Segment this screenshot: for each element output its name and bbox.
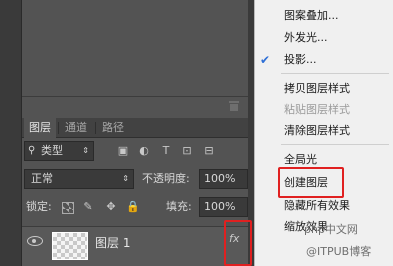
opacity-field[interactable]: 100% [199, 169, 248, 189]
opacity-value: 100% [204, 172, 236, 185]
menu-item-drop-shadow[interactable]: ✔ 投影... [255, 51, 393, 69]
highlight-box-fx [224, 220, 252, 266]
adjustment-filter-icon[interactable]: ◐ [138, 145, 150, 157]
upper-panel-area [22, 0, 248, 100]
fill-label: 填充: [166, 200, 192, 213]
lock-label: 锁定: [26, 200, 52, 213]
watermark: php中文网 @ITPUB博客 [302, 213, 393, 266]
menu-item-outer-glow[interactable]: 外发光... [255, 29, 393, 47]
search-icon: ⚲ [28, 145, 36, 156]
menu-item-copy-layer-style[interactable]: 拷贝图层样式 [255, 80, 393, 98]
smart-object-filter-icon[interactable]: ⊟ [203, 145, 215, 157]
watermark-line2: @ITPUB博客 [306, 245, 372, 258]
type-filter-icon[interactable]: T [160, 145, 172, 157]
checkmark-icon: ✔ [260, 53, 271, 67]
lock-position-icon[interactable]: ✥ [105, 201, 117, 213]
blend-mode-select[interactable]: 正常 ⇕ [24, 169, 134, 189]
opacity-label: 不透明度: [142, 172, 190, 185]
fill-value: 100% [204, 200, 236, 213]
filter-type-value: 类型 [41, 144, 63, 157]
photoshop-window: 图层 通道 路径 ⚲ 类型 ⇕ ▣ ◐ T ⊡ ⊟ 正常 ⇕ 不透明度: 100… [0, 0, 393, 266]
trash-icon[interactable] [228, 100, 240, 112]
left-canvas-strip [0, 0, 22, 266]
layers-panel-tabbar: 图层 通道 路径 [22, 118, 248, 138]
tab-channels[interactable]: 通道 [60, 118, 92, 138]
layers-panel: 图层 通道 路径 ⚲ 类型 ⇕ ▣ ◐ T ⊡ ⊟ 正常 ⇕ 不透明度: 100… [22, 118, 248, 266]
menu-item-clear-layer-style[interactable]: 清除图层样式 [255, 122, 393, 140]
lock-image-icon[interactable]: ✎ [82, 201, 94, 213]
stepper-icon: ⇕ [82, 146, 89, 155]
filter-type-select[interactable]: ⚲ 类型 ⇕ [24, 141, 94, 161]
fill-field[interactable]: 100% [199, 197, 248, 217]
image-filter-icon[interactable]: ▣ [117, 145, 129, 157]
menu-item-label: 投影... [284, 53, 317, 66]
blend-mode-value: 正常 [31, 172, 53, 185]
lock-transparent-icon[interactable] [62, 202, 74, 214]
layer-name[interactable]: 图层 1 [95, 235, 130, 251]
tab-paths[interactable]: 路径 [97, 118, 129, 138]
shape-filter-icon[interactable]: ⊡ [181, 145, 193, 157]
menu-separator [281, 144, 389, 145]
layer-thumbnail[interactable] [52, 232, 88, 260]
menu-item-paste-layer-style: 粘贴图层样式 [284, 103, 350, 116]
layer-row[interactable]: 图层 1 fx [22, 226, 248, 266]
stepper-icon: ⇕ [122, 174, 129, 183]
menu-separator [281, 73, 389, 74]
menu-item-pattern-overlay[interactable]: 图案叠加... [255, 7, 393, 25]
lock-all-icon[interactable]: 🔒 [126, 201, 140, 213]
panel-divider [22, 96, 248, 97]
visibility-eye-icon[interactable] [27, 236, 43, 246]
highlight-box-create-layer [278, 167, 344, 198]
tab-layers[interactable]: 图层 [24, 118, 56, 138]
watermark-line1: php中文网 [304, 223, 358, 236]
